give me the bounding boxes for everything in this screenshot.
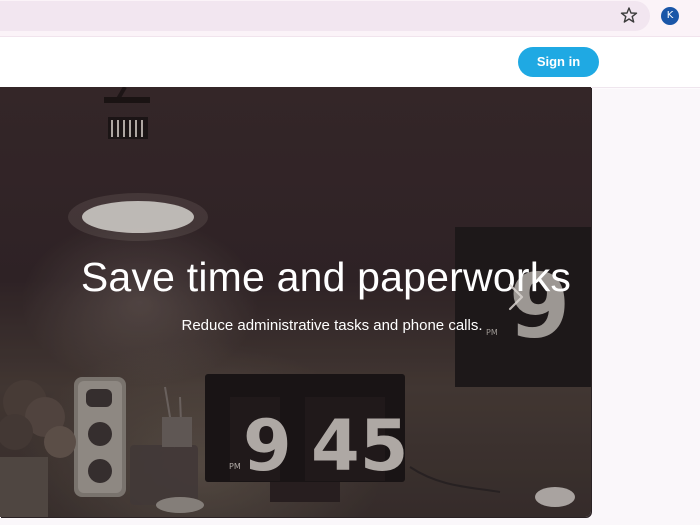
hero-carousel: 9 PM 9 45 PM Save time and paperworks Re… bbox=[0, 87, 591, 517]
sign-in-button[interactable]: Sign in bbox=[518, 47, 599, 77]
profile-avatar[interactable]: K bbox=[661, 7, 679, 25]
address-bar[interactable] bbox=[0, 1, 650, 31]
hero-subtitle: Reduce administrative tasks and phone ca… bbox=[181, 317, 483, 334]
chevron-right-icon[interactable] bbox=[503, 282, 529, 312]
browser-toolbar: K bbox=[0, 0, 700, 36]
star-outline-icon[interactable] bbox=[619, 5, 639, 25]
site-header: Sign in bbox=[0, 36, 700, 88]
